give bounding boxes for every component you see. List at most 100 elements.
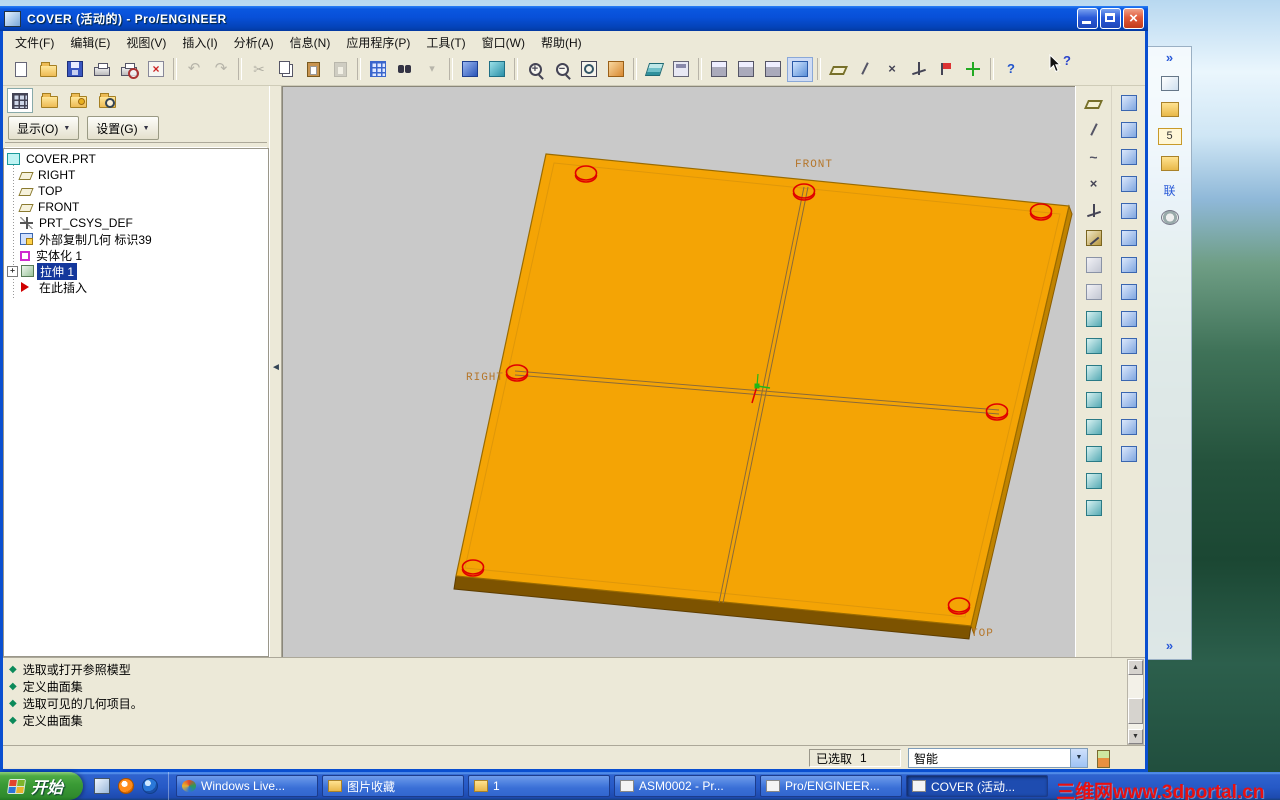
feature-note-button[interactable]	[1079, 279, 1108, 305]
window-titlebar[interactable]: COVER (活动的) - Pro/ENGINEER	[0, 6, 1148, 31]
redo-button[interactable]	[208, 57, 234, 82]
pattern-tool-button[interactable]	[1114, 225, 1143, 251]
datum-curve-button[interactable]	[1079, 144, 1108, 170]
paste-special-button[interactable]	[327, 57, 353, 82]
round-tool-button[interactable]	[1079, 495, 1108, 521]
merge-tool-button[interactable]	[1114, 171, 1143, 197]
datum-plane-button[interactable]	[1079, 90, 1108, 116]
menu-item[interactable]: 文件(F)	[7, 31, 62, 54]
show-desktop-button[interactable]	[91, 776, 112, 797]
new-button[interactable]	[8, 57, 34, 82]
show-dropdown-button[interactable]: 显示(O)	[8, 116, 80, 140]
view-cross-button[interactable]	[760, 57, 786, 82]
collapse-panel-button[interactable]: ◄	[271, 362, 281, 373]
minimize-button[interactable]	[1077, 8, 1098, 29]
folder-icon[interactable]	[1160, 156, 1179, 171]
trim-tool-button[interactable]	[1114, 198, 1143, 224]
link-label[interactable]: 联	[1163, 182, 1175, 199]
folder-icon[interactable]	[1160, 102, 1179, 117]
scroll-thumb[interactable]	[1128, 698, 1143, 724]
datum-planes-button[interactable]	[825, 57, 851, 82]
repaint-button[interactable]	[603, 57, 629, 82]
history-tab-button[interactable]	[94, 88, 120, 113]
start-button[interactable]: 开始	[0, 772, 84, 800]
menu-item[interactable]: 应用程序(P)	[338, 31, 418, 54]
favorites-tab-button[interactable]	[65, 88, 91, 113]
model-tree-tab-button[interactable]	[7, 88, 33, 113]
offset-tool-button[interactable]	[1114, 279, 1143, 305]
sketch-view-button[interactable]	[457, 57, 483, 82]
tree-item[interactable]: COVER.PRT	[4, 151, 268, 167]
datum-csys-button[interactable]	[1079, 198, 1108, 224]
taskbar-item[interactable]: ASM0002 - Pr...	[614, 775, 757, 797]
menu-item[interactable]: 帮助(H)	[533, 31, 590, 54]
tree-item[interactable]: TOP	[4, 183, 268, 199]
taskbar-item[interactable]: 图片收藏	[322, 775, 465, 797]
close-button[interactable]	[1123, 8, 1144, 29]
expand-icon[interactable]: +	[7, 265, 18, 277]
view-standard-button[interactable]	[706, 57, 732, 82]
tree-item[interactable]: + 拉伸 1	[4, 262, 268, 280]
print-button[interactable]	[89, 57, 115, 82]
scroll-down-button[interactable]	[1128, 729, 1143, 744]
menu-item[interactable]: 视图(V)	[118, 31, 174, 54]
layers-button[interactable]	[641, 57, 667, 82]
settings-dropdown-button[interactable]: 设置(G)	[87, 116, 159, 140]
tree-item[interactable]: FRONT	[4, 199, 268, 215]
display-filter-button[interactable]	[419, 57, 445, 82]
thicken-tool-button[interactable]	[1114, 306, 1143, 332]
shell-tool-button[interactable]	[1079, 468, 1108, 494]
taskbar-item[interactable]: COVER (活动...	[906, 775, 1049, 797]
blend-button[interactable]	[1079, 387, 1108, 413]
undo-button[interactable]	[181, 57, 207, 82]
regenerate-button[interactable]	[365, 57, 391, 82]
copy-button[interactable]	[273, 57, 299, 82]
context-help-button[interactable]	[998, 57, 1024, 82]
chevron-expand-icon[interactable]: »	[1166, 50, 1173, 65]
menu-item[interactable]: 编辑(E)	[62, 31, 118, 54]
boundary-blend-button[interactable]	[1079, 414, 1108, 440]
paste-button[interactable]	[300, 57, 326, 82]
find-button[interactable]	[392, 57, 418, 82]
print-preview-button[interactable]	[116, 57, 142, 82]
scroll-up-button[interactable]	[1128, 660, 1143, 675]
media-player-button[interactable]	[115, 776, 136, 797]
move-tool-button[interactable]	[1114, 144, 1143, 170]
copy-geometry-button[interactable]	[1114, 90, 1143, 116]
menu-item[interactable]: 信息(N)	[282, 31, 339, 54]
message-scrollbar[interactable]	[1127, 659, 1144, 745]
taskbar-item[interactable]: Pro/ENGINEER...	[760, 775, 903, 797]
3d-viewport[interactable]: FRONT TOP RIGHT	[282, 86, 1075, 657]
open-button[interactable]	[35, 57, 61, 82]
wrap-tool-button[interactable]	[1114, 414, 1143, 440]
erase-button[interactable]	[143, 57, 169, 82]
menu-item[interactable]: 窗口(W)	[474, 31, 533, 54]
datum-axes-button[interactable]	[852, 57, 878, 82]
panel-splitter[interactable]: ◄	[269, 86, 282, 657]
spin-center-button[interactable]	[960, 57, 986, 82]
view-manager-button[interactable]	[668, 57, 694, 82]
cut-button[interactable]	[246, 57, 272, 82]
browser-button[interactable]	[139, 776, 160, 797]
fill-tool-button[interactable]	[1114, 441, 1143, 467]
annotations-button[interactable]	[933, 57, 959, 82]
refit-button[interactable]	[576, 57, 602, 82]
menu-item[interactable]: 分析(A)	[226, 31, 282, 54]
extrude-button[interactable]	[1079, 306, 1108, 332]
solidify-tool-button[interactable]	[1114, 333, 1143, 359]
datum-csys-button[interactable]	[906, 57, 932, 82]
save-button[interactable]	[62, 57, 88, 82]
datum-points-button[interactable]	[879, 57, 905, 82]
style-tool-button[interactable]	[1079, 441, 1108, 467]
taskbar-item[interactable]: 1	[468, 775, 611, 797]
tree-item[interactable]: PRT_CSYS_DEF	[4, 215, 268, 231]
zoom-in-button[interactable]	[522, 57, 548, 82]
extend-tool-button[interactable]	[1114, 252, 1143, 278]
menu-item[interactable]: 插入(I)	[174, 31, 225, 54]
tree-item[interactable]: 实体化 1	[4, 247, 268, 263]
taskbar-item[interactable]: Windows Live...	[176, 775, 319, 797]
intersect-tool-button[interactable]	[1114, 360, 1143, 386]
zoom-out-button[interactable]	[549, 57, 575, 82]
menu-item[interactable]: 工具(T)	[418, 31, 473, 54]
maximize-button[interactable]	[1100, 8, 1121, 29]
